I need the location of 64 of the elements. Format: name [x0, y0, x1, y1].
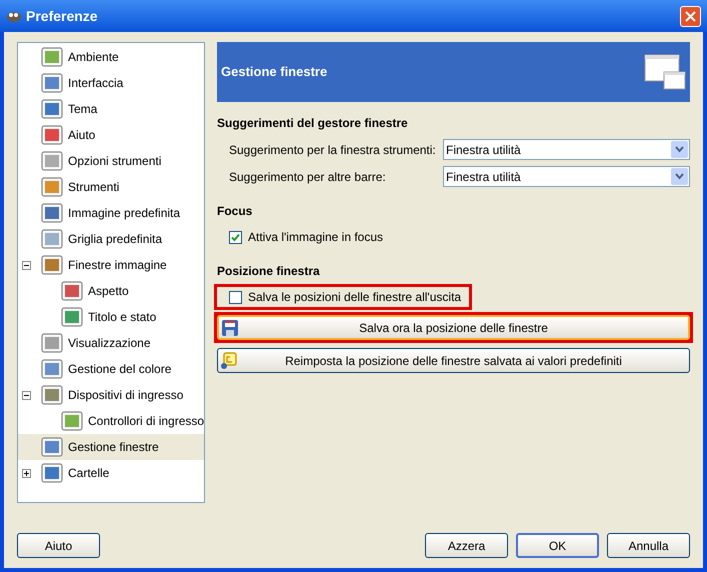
- checkbox-label: Attiva l'immagine in focus: [248, 229, 384, 246]
- category-icon: [41, 150, 63, 172]
- tree-item[interactable]: Cartelle: [18, 460, 204, 486]
- category-icon: [41, 124, 63, 146]
- category-icon: [61, 280, 83, 302]
- category-icon: [41, 176, 63, 198]
- category-icon: [41, 202, 63, 224]
- field-label: Suggerimento per la finestra strumenti:: [229, 142, 437, 158]
- field-label: Suggerimento per altre barre:: [229, 168, 387, 186]
- checkbox-label: Salva le posizioni delle finestre all'uscita: [248, 289, 462, 306]
- tree-item[interactable]: Immagine predefinita: [18, 200, 204, 226]
- close-icon: [685, 10, 696, 22]
- category-icon: [41, 332, 63, 354]
- tree-item[interactable]: Strumenti: [18, 174, 204, 200]
- tree-item[interactable]: Controllori di ingresso: [18, 408, 204, 434]
- tree-item[interactable]: Ambiente: [18, 44, 204, 70]
- category-icon: [41, 436, 63, 458]
- dialog-button[interactable]: OK: [516, 533, 599, 558]
- category-icon: [41, 462, 63, 484]
- close-button[interactable]: [680, 6, 701, 26]
- tree-item[interactable]: Visualizzazione: [18, 330, 204, 356]
- tree-item[interactable]: Titolo e stato: [18, 304, 204, 330]
- section-heading: Suggerimenti del gestore finestre: [217, 115, 408, 132]
- category-icon: [61, 306, 83, 328]
- category-icon: [41, 228, 63, 250]
- dialog-button[interactable]: Azzera: [425, 533, 508, 558]
- dropdown[interactable]: Finestra utilità: [443, 166, 690, 187]
- section-heading: Posizione finestra: [217, 263, 320, 280]
- tree-item[interactable]: Gestione finestre: [18, 434, 204, 460]
- category-icon: [41, 254, 63, 276]
- windows-icon: [644, 54, 686, 90]
- action-button[interactable]: Reimposta la posizione delle finestre salvata ai valori predefiniti: [217, 348, 690, 373]
- collapse-icon[interactable]: [22, 260, 31, 270]
- header-title: Gestione finestre: [221, 63, 328, 82]
- category-icon: [41, 46, 63, 68]
- floppy-icon: [221, 318, 239, 336]
- tree-item[interactable]: Finestre immagine: [18, 252, 204, 278]
- tree-item[interactable]: Dispositivi di ingresso: [18, 382, 204, 408]
- expand-icon[interactable]: [22, 468, 31, 478]
- category-icon: [61, 410, 83, 432]
- section-heading: Focus: [217, 203, 252, 220]
- category-icon: [41, 358, 63, 380]
- tree-item[interactable]: Aspetto: [18, 278, 204, 304]
- reset-icon: [220, 352, 238, 370]
- dialog-button[interactable]: Aiuto: [17, 533, 100, 558]
- app-icon: [6, 9, 22, 23]
- tree-item[interactable]: Aiuto: [18, 122, 204, 148]
- tree-item[interactable]: Griglia predefinita: [18, 226, 204, 252]
- caret-icon: [671, 141, 688, 158]
- category-icon: [41, 72, 63, 94]
- category-icon: [41, 384, 63, 406]
- tree-item[interactable]: Opzioni strumenti: [18, 148, 204, 174]
- collapse-icon[interactable]: [22, 390, 31, 400]
- dialog-button[interactable]: Annulla: [607, 533, 690, 558]
- dropdown[interactable]: Finestra utilità: [443, 139, 690, 160]
- window-title: Preferenze: [26, 6, 98, 26]
- caret-icon: [671, 168, 688, 185]
- tree-item[interactable]: Tema: [18, 96, 204, 122]
- category-icon: [41, 98, 63, 120]
- action-button[interactable]: Salva ora la posizione delle finestre: [217, 315, 690, 340]
- checkbox[interactable]: [229, 230, 242, 244]
- checkbox[interactable]: [229, 290, 242, 304]
- tree-item[interactable]: Interfaccia: [18, 70, 204, 96]
- tree-item[interactable]: Gestione del colore: [18, 356, 204, 382]
